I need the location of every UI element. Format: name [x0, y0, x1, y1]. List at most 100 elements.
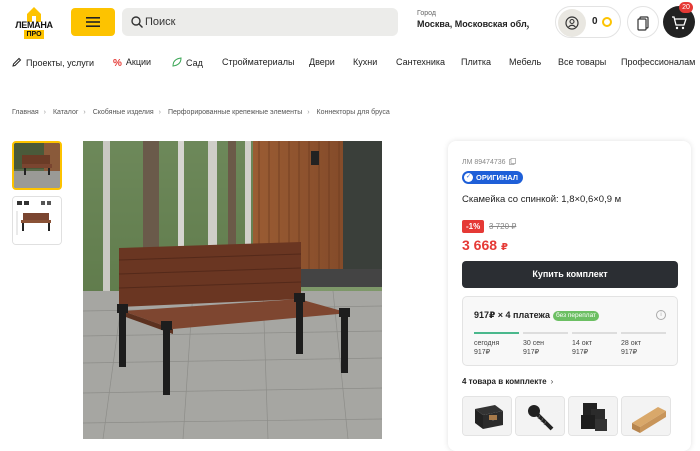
kit-item[interactable]	[515, 396, 565, 436]
original-badge-label: ОРИГИНАЛ	[476, 173, 519, 182]
search-placeholder: Поиск	[145, 16, 176, 28]
kit-link[interactable]: 4 товара в комплекте ›	[462, 377, 553, 386]
copy-icon	[509, 158, 517, 165]
product-main-image[interactable]	[83, 141, 382, 439]
price-currency: ₽	[500, 242, 508, 253]
header: ЛЕМАНА ПРО Поиск Город Москва, Московска…	[0, 0, 700, 44]
nav-item-plumbing[interactable]: Сантехника	[396, 57, 445, 67]
nav-item-building[interactable]: Стройматериалы	[222, 57, 294, 67]
coin-icon	[602, 17, 612, 27]
payment-amount: 917₽	[621, 349, 638, 356]
nav-label: Кухни	[353, 57, 378, 67]
progress-segment	[572, 332, 617, 334]
current-price: 3 668 ₽	[462, 237, 508, 253]
nav-label: Мебель	[509, 57, 542, 67]
payment-amount: 917₽	[523, 349, 540, 356]
kit-item[interactable]	[568, 396, 618, 436]
search-input[interactable]: Поиск	[122, 8, 398, 36]
city-label: Город	[417, 10, 436, 17]
corner-bracket-icon	[569, 397, 617, 435]
progress-segment	[523, 332, 568, 334]
logo-sub: ПРО	[24, 30, 44, 39]
nav-item-pro[interactable]: Профессионалам	[621, 57, 695, 67]
breadcrumb-item[interactable]: Перфорированные крепежные элементы	[168, 109, 302, 116]
nav-label: Акции	[125, 57, 152, 67]
price-value: 3 668	[462, 237, 498, 253]
nav-item-promo[interactable]: % Акции	[113, 57, 152, 69]
gallery-thumb-photo[interactable]	[12, 141, 62, 190]
old-price: 3 720 ₽	[489, 222, 517, 231]
chevron-right-icon: ›	[550, 377, 554, 386]
search-icon	[131, 16, 143, 28]
payment-item: 30 сен 917₽	[523, 339, 544, 357]
top-nav: Проекты, услуги % Акции Сад Стройматериал…	[0, 52, 700, 74]
payment-amount: 917₽	[474, 349, 491, 356]
orders-button[interactable]	[627, 6, 659, 38]
gallery-thumb-kit[interactable]	[12, 196, 62, 245]
payment-date: 14 окт	[572, 340, 592, 347]
installments-header: 917₽ × 4 платежа без переплат	[474, 310, 600, 321]
cart-button[interactable]: 20	[663, 2, 695, 38]
payment-item: 14 окт 917₽	[572, 339, 592, 357]
timber-icon	[622, 397, 670, 435]
breadcrumb-item[interactable]: Каталог	[53, 109, 78, 116]
nav-item-kitchens[interactable]: Кухни	[353, 57, 377, 67]
bonus-count: 0	[592, 16, 598, 27]
nav-label: Проекты, услуги	[26, 58, 95, 68]
installments-panel[interactable]: 917₽ × 4 платежа без переплат i сегодня 91…	[462, 296, 678, 366]
chevron-right-icon: ›	[307, 109, 310, 116]
payment-date: 30 сен	[523, 340, 544, 347]
pencil-icon	[12, 57, 22, 67]
nav-label: Все товары	[558, 57, 607, 67]
city-selector[interactable]: Город Москва, Московская обл. ›	[417, 10, 530, 33]
nav-item-tiles[interactable]: Плитка	[461, 57, 491, 67]
connector-icon	[463, 397, 511, 435]
nav-label: Сад	[186, 58, 203, 68]
catalog-menu-button[interactable]	[71, 8, 115, 36]
kit-item[interactable]	[462, 396, 512, 436]
nav-label: Двери	[309, 57, 335, 67]
chevron-right-icon: ›	[158, 109, 162, 116]
sku[interactable]: ЛМ 89474736	[462, 158, 517, 166]
breadcrumb-item[interactable]: Главная	[12, 109, 39, 116]
bench-photo	[83, 141, 382, 439]
discount-badge: -1%	[462, 220, 485, 233]
nav-label: Профессионалам	[621, 57, 696, 67]
nav-item-furniture[interactable]: Мебель	[509, 57, 541, 67]
city-value: Москва, Московская обл.	[417, 19, 530, 29]
nav-item-projects[interactable]: Проекты, услуги	[12, 57, 94, 68]
breadcrumb-item[interactable]: Скобяные изделия	[93, 109, 154, 116]
check-icon: ✓	[464, 173, 473, 182]
product-title: Скамейка со спинкой: 1,8×0,6×0,9 м	[462, 194, 622, 205]
chevron-right-icon: ›	[526, 22, 530, 33]
payment-date: 28 окт	[621, 340, 641, 347]
breadcrumb-item[interactable]: Коннекторы для бруса	[317, 109, 390, 116]
installments-title: 917₽ × 4 платежа	[474, 310, 550, 320]
chevron-right-icon: ›	[43, 109, 46, 116]
logo[interactable]: ЛЕМАНА ПРО	[12, 6, 56, 40]
profile-button[interactable]: 0	[555, 6, 621, 38]
hamburger-icon	[86, 17, 100, 27]
progress-segment	[621, 332, 666, 334]
kit-label: 4 товара в комплекте	[462, 377, 547, 386]
nav-item-garden[interactable]: Сад	[172, 57, 203, 68]
cart-badge: 20	[679, 2, 693, 13]
chevron-right-icon: ›	[83, 109, 86, 116]
percent-icon: %	[113, 58, 122, 69]
orders-icon	[637, 16, 649, 31]
buy-kit-button[interactable]: Купить комплект	[462, 261, 678, 288]
kit-diagram-thumb	[13, 197, 61, 244]
nav-item-doors[interactable]: Двери	[309, 57, 335, 67]
info-icon[interactable]: i	[656, 310, 666, 320]
product-card: ЛМ 89474736 ✓ ОРИГИНАЛ Скамейка со спинко…	[448, 141, 691, 451]
payment-date: сегодня	[474, 340, 500, 347]
nav-item-all[interactable]: Все товары	[558, 57, 606, 67]
logo-text: ЛЕМАНА	[15, 20, 53, 30]
progress-segment-paid	[474, 332, 519, 334]
user-icon	[565, 16, 579, 30]
original-badge: ✓ ОРИГИНАЛ	[462, 171, 524, 184]
breadcrumb: Главная › Каталог › Скобяные изделия › Перф…	[12, 109, 390, 116]
payment-amount: 917₽	[572, 349, 589, 356]
nav-label: Плитка	[461, 57, 492, 67]
kit-item[interactable]	[621, 396, 671, 436]
